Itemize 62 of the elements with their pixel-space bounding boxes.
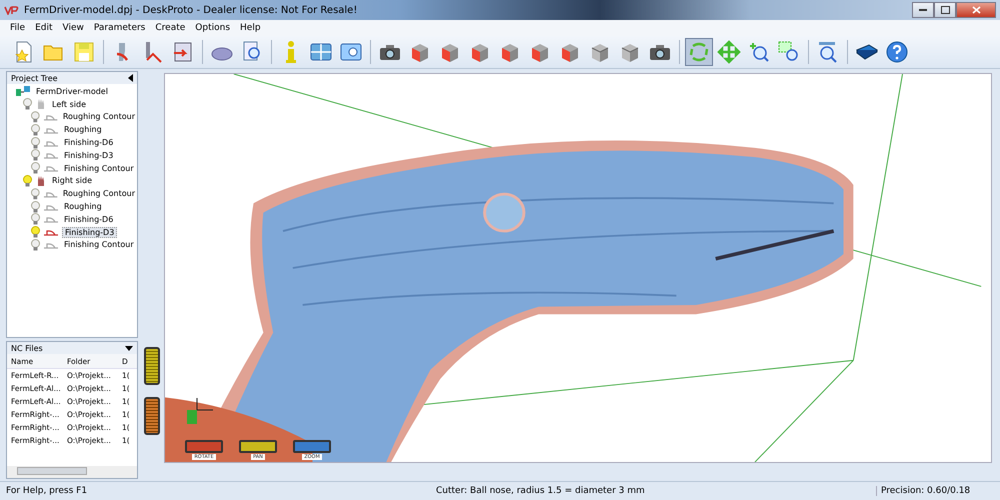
dial-control[interactable]	[293, 440, 331, 453]
status-cutter-text: Cutter: Ball nose, radius 1.5 = diameter 3 mm	[435, 486, 646, 496]
tree-item[interactable]: Finishing-D3	[62, 150, 116, 160]
model-icon	[15, 85, 31, 98]
lightbulb-icon[interactable]	[31, 238, 40, 251]
menu-item[interactable]: View	[62, 23, 84, 33]
tree-item[interactable]: Left side	[50, 100, 88, 109]
dial-control[interactable]	[185, 440, 223, 453]
lightbulb-icon[interactable]	[31, 136, 40, 149]
rotate-icon	[687, 40, 711, 64]
move-arrows-icon	[717, 40, 741, 64]
lightbulb-icon[interactable]	[31, 149, 40, 162]
lightbulb-icon[interactable]	[31, 188, 40, 200]
tree-item[interactable]: FermDriver-model	[34, 86, 110, 96]
horizontal-scrollbar[interactable]	[7, 466, 137, 478]
vertical-dial-icon[interactable]	[144, 347, 160, 385]
menu-item[interactable]: Options	[195, 23, 230, 33]
tree-item[interactable]: Roughing	[62, 202, 104, 212]
help-icon	[885, 40, 909, 64]
collapse-arrow-icon[interactable]	[128, 74, 133, 82]
status-help-text: For Help, press F1	[5, 486, 88, 496]
dropdown-arrow-icon[interactable]	[125, 346, 133, 350]
tree-item[interactable]: Finishing-D6	[62, 214, 116, 224]
menu-item[interactable]: Help	[240, 23, 261, 33]
menu-item[interactable]: Parameters	[94, 23, 146, 33]
tree-item[interactable]: Roughing	[62, 125, 104, 134]
hand-icon	[35, 174, 47, 187]
status-precision-text: Precision: 0.60/0.18	[876, 486, 970, 496]
lightbulb-icon[interactable]	[31, 213, 40, 226]
menu-item[interactable]: File	[10, 23, 26, 33]
tree-item[interactable]: Finishing-D3	[62, 226, 118, 238]
lightbulb-icon[interactable]	[31, 200, 40, 213]
menu-item[interactable]: Create	[155, 23, 186, 33]
menu-item[interactable]: Edit	[35, 23, 52, 33]
tree-item[interactable]: Finishing Contour	[62, 164, 136, 173]
minimize-button[interactable]	[912, 2, 934, 18]
zoom-in-icon	[747, 40, 771, 64]
app-logo-icon	[4, 5, 20, 15]
tree-item[interactable]: Right side	[50, 176, 94, 186]
close-icon	[972, 6, 980, 14]
panel-title: NC Files	[11, 344, 43, 352]
axis-triad-icon	[185, 396, 215, 426]
panel-title: Project Tree	[11, 74, 58, 82]
minimize-icon	[919, 8, 927, 12]
maximize-button[interactable]	[934, 2, 956, 18]
tree-item[interactable]: Finishing Contour	[62, 240, 136, 250]
close-button[interactable]	[956, 2, 996, 18]
tree-item[interactable]: Finishing-D6	[62, 138, 116, 148]
tree-item[interactable]: Roughing Contour	[60, 112, 137, 122]
vertical-dial-icon[interactable]	[144, 397, 160, 435]
lightbulb-icon[interactable]	[23, 98, 32, 110]
lightbulb-icon[interactable]	[23, 174, 32, 187]
lightbulb-icon[interactable]	[31, 110, 40, 123]
tree-item[interactable]: Roughing Contour	[60, 189, 137, 198]
info-icon	[286, 40, 296, 64]
hand-icon	[35, 98, 47, 110]
maximize-icon	[940, 6, 950, 14]
dial-control[interactable]	[239, 440, 277, 453]
lightbulb-icon[interactable]	[31, 124, 40, 136]
lightbulb-icon[interactable]	[31, 162, 40, 174]
lightbulb-icon[interactable]	[31, 226, 40, 238]
window-title: FermDriver-model.dpj - DeskProto - Dealer license: Not For Resale!	[24, 4, 358, 16]
